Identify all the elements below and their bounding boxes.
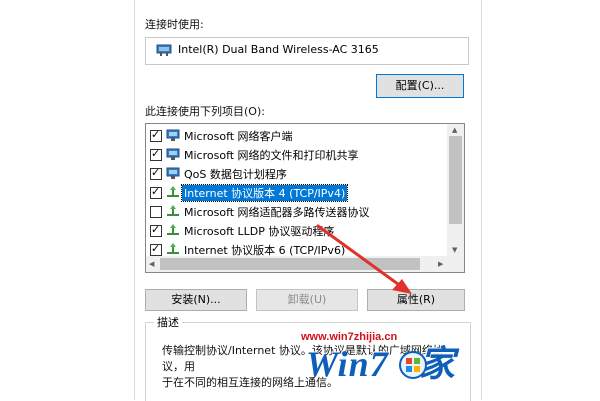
watermark-url: www.win7zhijia.cn [301,331,398,343]
watermark-logo: Win7 家 [306,344,456,384]
watermark-logo-text: Win7 [306,344,389,384]
windows-logo-icon [399,351,427,379]
annotation-arrow-icon [316,224,412,294]
